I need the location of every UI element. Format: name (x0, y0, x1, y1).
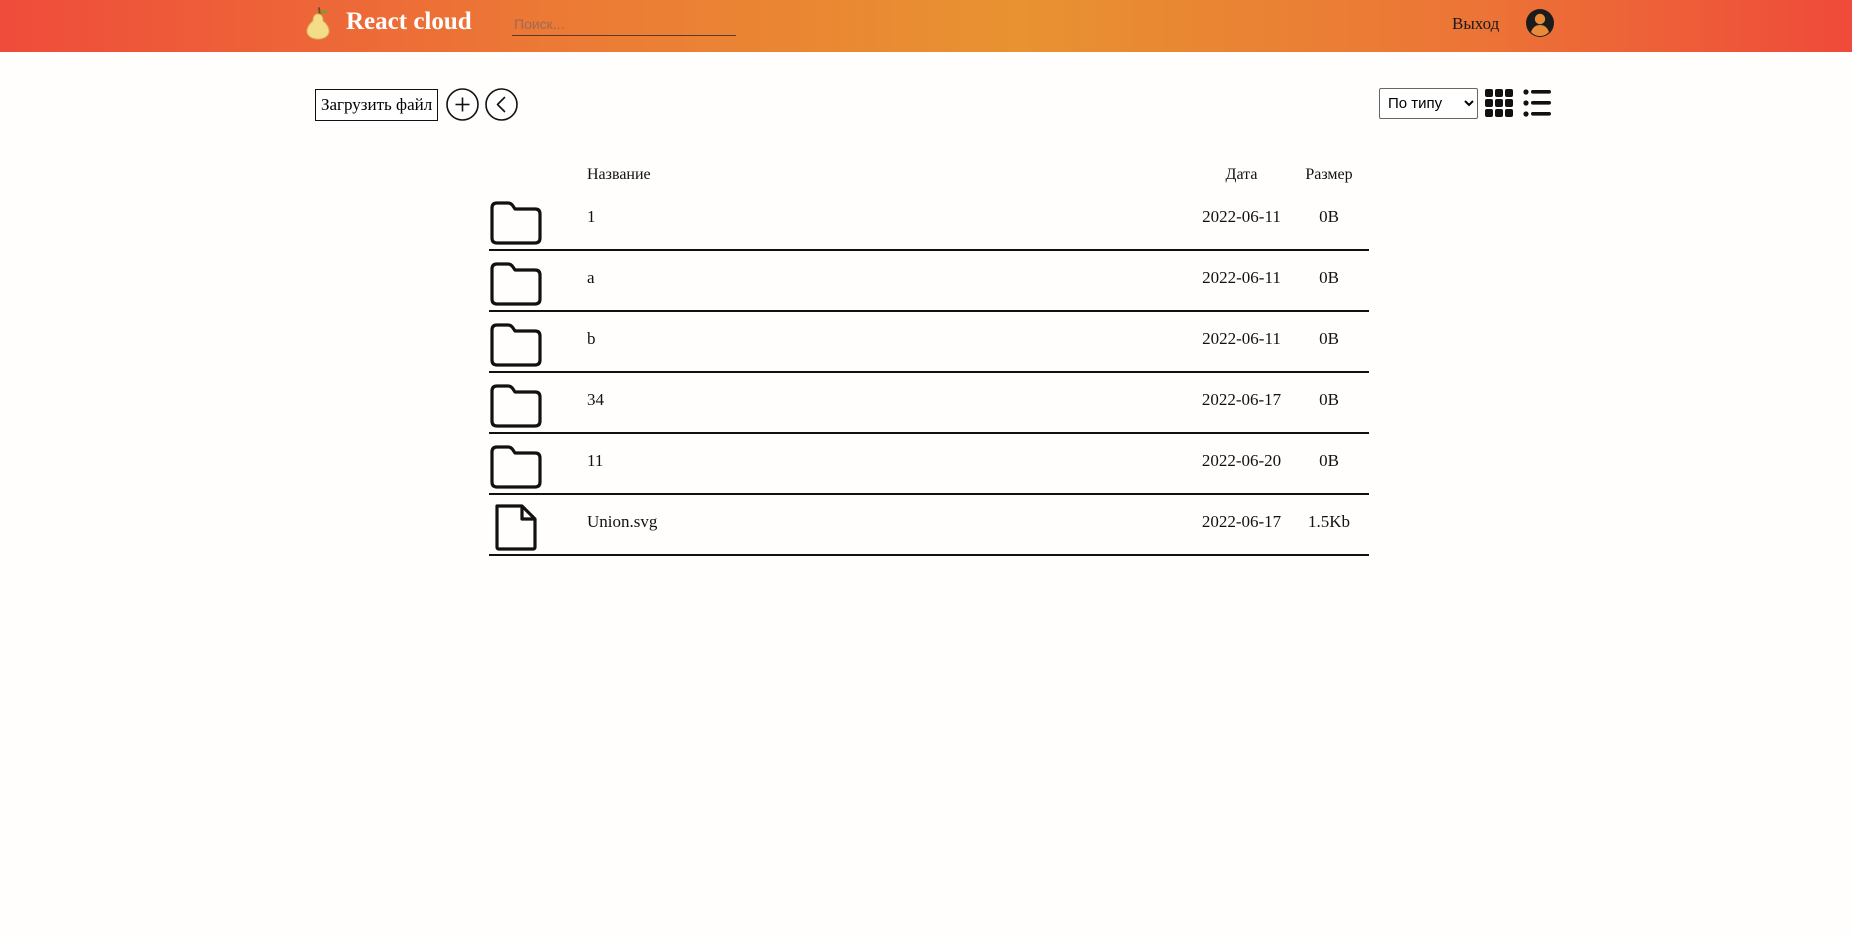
folder-icon (490, 384, 542, 428)
file-name: Union.svg (587, 512, 658, 531)
folder-icon (490, 445, 542, 489)
sort-select[interactable]: По типу (1379, 88, 1478, 119)
file-date: 2022-06-11 (1202, 329, 1281, 348)
file-size: 0B (1319, 207, 1339, 226)
plus-circle-icon[interactable] (446, 88, 479, 121)
file-name: a (587, 268, 595, 287)
file-date: 2022-06-11 (1202, 268, 1281, 287)
table-row[interactable]: b 2022-06-11 0B (489, 312, 1369, 373)
list-view-icon[interactable] (1523, 89, 1551, 117)
file-icon (495, 504, 537, 551)
file-date: 2022-06-20 (1201, 451, 1282, 470)
file-size: 0B (1319, 390, 1339, 409)
file-list: Название Дата Размер 1 2022-06-11 0B a 2… (489, 160, 1369, 556)
grid-view-icon[interactable] (1485, 89, 1513, 117)
file-name: 11 (587, 451, 604, 470)
file-name: 1 (587, 207, 596, 226)
file-size: 0B (1319, 329, 1339, 348)
folder-icon (490, 201, 542, 245)
table-row[interactable]: 1 2022-06-11 0B (489, 190, 1369, 251)
upload-file-button[interactable]: Загрузить файл (315, 89, 439, 121)
navbar: React cloud Выход (0, 0, 1852, 52)
folder-icon (490, 323, 542, 367)
column-header-date[interactable]: Дата (1189, 166, 1294, 184)
table-row[interactable]: a 2022-06-11 0B (489, 251, 1369, 312)
search-input[interactable] (512, 13, 736, 36)
table-row[interactable]: 11 2022-06-20 0B (489, 434, 1369, 495)
file-name: 34 (587, 390, 604, 409)
file-date: 2022-06-17 (1201, 512, 1282, 531)
file-size: 0B (1319, 451, 1339, 470)
file-date: 2022-06-17 (1201, 390, 1282, 409)
file-list-header: Название Дата Размер (489, 160, 1369, 190)
table-row[interactable]: 34 2022-06-17 0B (489, 373, 1369, 434)
file-date: 2022-06-11 (1202, 207, 1281, 226)
column-header-size[interactable]: Размер (1289, 166, 1369, 184)
folder-icon (490, 262, 542, 306)
logout-link[interactable]: Выход (1452, 14, 1499, 34)
pear-icon (306, 7, 330, 40)
user-avatar-icon[interactable] (1525, 8, 1555, 38)
brand-title[interactable]: React cloud (346, 8, 472, 36)
file-name: b (587, 329, 596, 348)
table-row[interactable]: Union.svg 2022-06-17 1.5Kb (489, 495, 1369, 556)
file-size: 0B (1319, 268, 1339, 287)
chevron-left-circle-icon[interactable] (485, 88, 518, 121)
file-size: 1.5Kb (1307, 512, 1351, 531)
column-header-name[interactable]: Название (587, 166, 651, 184)
